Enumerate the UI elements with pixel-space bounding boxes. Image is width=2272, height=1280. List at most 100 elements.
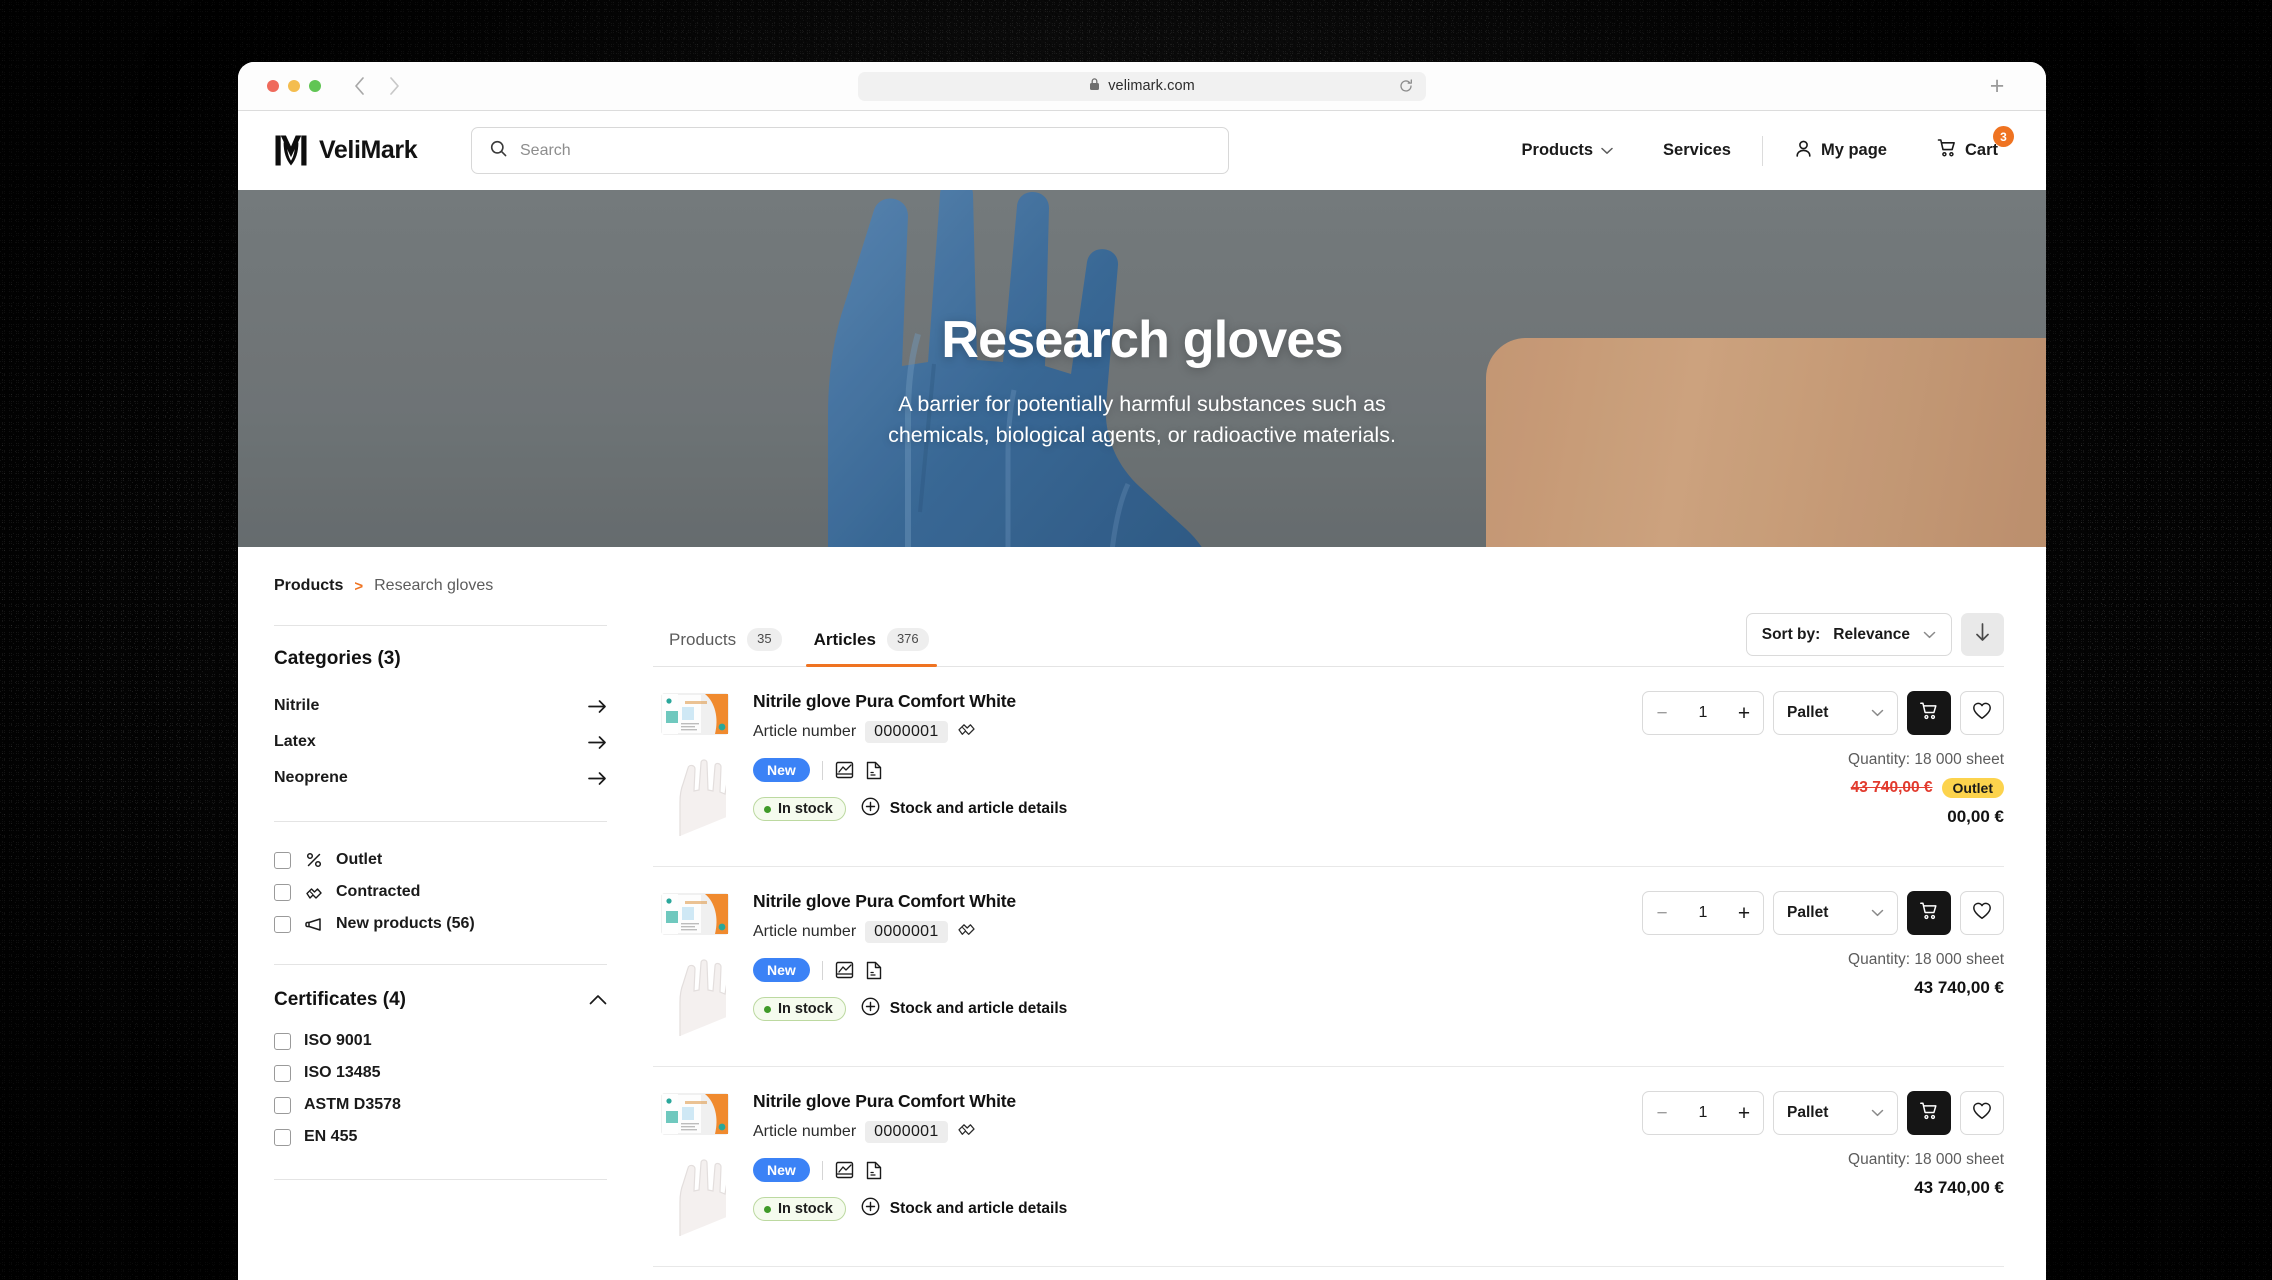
close-window-button[interactable] — [267, 80, 279, 92]
chart-icon[interactable] — [835, 761, 854, 779]
increase-quantity-button[interactable]: + — [1737, 903, 1751, 924]
stock-status-label: In stock — [778, 801, 833, 817]
sort-controls: Sort by: Relevance — [1745, 613, 2004, 666]
article-number-row: Article number 0000001 — [753, 920, 1608, 943]
certificate-iso-13485-checkbox[interactable] — [274, 1064, 291, 1082]
quantity-value[interactable]: 1 — [1699, 904, 1708, 922]
details-link-label: Stock and article details — [889, 1000, 1068, 1017]
arrow-right-icon — [588, 771, 607, 786]
sidebar-item-nitrile[interactable]: Nitrile — [274, 688, 607, 724]
address-bar[interactable]: velimark.com — [858, 71, 1426, 101]
certificate-label: ISO 13485 — [304, 1064, 381, 1081]
price-original-row: 43 740,00 € Outlet — [1622, 778, 2004, 798]
add-to-cart-button[interactable] — [1907, 691, 1951, 735]
certificate-iso-13485[interactable]: ISO 13485 — [274, 1057, 607, 1089]
nav-item-my-page[interactable]: My page — [1769, 139, 1912, 163]
sort-direction-button[interactable] — [1961, 613, 2004, 656]
breadcrumb-products-link[interactable]: Products — [274, 577, 343, 595]
article-row[interactable]: Nitrile glove Pura Comfort White Article… — [653, 667, 2004, 867]
decrease-quantity-button[interactable]: − — [1655, 704, 1669, 723]
search-placeholder: Search — [520, 141, 571, 159]
article-title[interactable]: Nitrile glove Pura Comfort White — [753, 891, 1608, 912]
arrow-right-icon — [588, 735, 607, 750]
stock-and-article-details-link[interactable]: Stock and article details — [861, 1197, 1067, 1221]
search-input[interactable]: Search — [471, 127, 1229, 174]
forward-icon[interactable] — [388, 76, 401, 96]
article-number-value: 0000001 — [865, 720, 948, 743]
certificates-heading[interactable]: Certificates (4) — [274, 989, 607, 1011]
product-glove-image — [679, 1159, 737, 1236]
categories-list: Nitrile Latex Neoprene — [274, 688, 607, 796]
tab-products[interactable]: Products 35 — [653, 618, 798, 666]
certificate-astm-d3578-checkbox[interactable] — [274, 1096, 291, 1114]
certificate-en-455-checkbox[interactable] — [274, 1128, 291, 1146]
increase-quantity-button[interactable]: + — [1737, 1103, 1751, 1124]
add-to-favorites-button[interactable] — [1960, 691, 2004, 735]
certificate-en-455[interactable]: EN 455 — [274, 1121, 607, 1153]
add-to-favorites-button[interactable] — [1960, 891, 2004, 935]
chevron-up-icon[interactable] — [589, 989, 607, 1011]
quantity-value[interactable]: 1 — [1699, 1104, 1708, 1122]
decrease-quantity-button[interactable]: − — [1655, 1104, 1669, 1123]
certificate-iso-9001-checkbox[interactable] — [274, 1032, 291, 1050]
decrease-quantity-button[interactable]: − — [1655, 904, 1669, 923]
article-title[interactable]: Nitrile glove Pura Comfort White — [753, 691, 1608, 712]
nav-services-label: Services — [1663, 141, 1731, 159]
certificate-astm-d3578[interactable]: ASTM D3578 — [274, 1089, 607, 1121]
new-tab-button[interactable]: + — [1984, 73, 2010, 99]
nav-item-products[interactable]: Products — [1497, 141, 1639, 160]
maximize-window-button[interactable] — [309, 80, 321, 92]
chevron-down-icon — [1923, 626, 1936, 644]
filter-outlet[interactable]: Outlet — [274, 844, 607, 876]
unit-select[interactable]: Pallet — [1773, 891, 1898, 935]
sort-by-select[interactable]: Sort by: Relevance — [1745, 613, 1952, 656]
stock-and-article-details-link[interactable]: Stock and article details — [861, 997, 1067, 1021]
pdf-icon[interactable] — [866, 1161, 882, 1180]
brand-logo[interactable]: VeliMark — [274, 134, 460, 167]
stock-status-dot — [764, 1205, 771, 1213]
nav-item-services[interactable]: Services — [1638, 141, 1756, 160]
badge-new: New — [753, 758, 810, 782]
quantity-value[interactable]: 1 — [1699, 704, 1708, 722]
filter-outlet-checkbox[interactable] — [274, 851, 291, 869]
tab-articles[interactable]: Articles 376 — [798, 618, 945, 667]
filter-contracted-checkbox[interactable] — [274, 883, 291, 901]
category-label: Neoprene — [274, 769, 348, 786]
stock-and-article-details-link[interactable]: Stock and article details — [861, 797, 1067, 821]
quantity-stepper[interactable]: − 1 + — [1642, 691, 1764, 735]
article-thumbnails — [661, 1089, 739, 1241]
percent-icon — [304, 852, 323, 868]
browser-navigation[interactable] — [353, 76, 401, 96]
add-to-cart-button[interactable] — [1907, 1091, 1951, 1135]
sidebar-item-neoprene[interactable]: Neoprene — [274, 760, 607, 796]
window-traffic-lights[interactable] — [267, 80, 321, 92]
reload-icon[interactable] — [1399, 79, 1413, 93]
article-title[interactable]: Nitrile glove Pura Comfort White — [753, 1091, 1608, 1112]
article-badges: New — [753, 1158, 1608, 1182]
status-badge-in-stock: In stock — [753, 1197, 846, 1221]
article-row[interactable]: Nitrile glove Pura Comfort White Article… — [653, 867, 2004, 1067]
filter-contracted[interactable]: Contracted — [274, 876, 607, 908]
sidebar-item-latex[interactable]: Latex — [274, 724, 607, 760]
unit-select[interactable]: Pallet — [1773, 1091, 1898, 1135]
price-current: 43 740,00 € — [1914, 978, 2004, 997]
pdf-icon[interactable] — [866, 961, 882, 980]
quantity-stepper[interactable]: − 1 + — [1642, 1091, 1764, 1135]
chart-icon[interactable] — [835, 1161, 854, 1179]
article-stock-row: In stock Stock and article details — [753, 1197, 1608, 1221]
quantity-stepper[interactable]: − 1 + — [1642, 891, 1764, 935]
add-to-favorites-button[interactable] — [1960, 1091, 2004, 1135]
article-row[interactable]: Nitrile glove Pura Comfort White Article… — [653, 1067, 2004, 1267]
chart-icon[interactable] — [835, 961, 854, 979]
minimize-window-button[interactable] — [288, 80, 300, 92]
unit-select[interactable]: Pallet — [1773, 691, 1898, 735]
add-to-cart-button[interactable] — [1907, 891, 1951, 935]
nav-item-cart[interactable]: Cart 3 — [1912, 126, 2014, 163]
certificate-iso-9001[interactable]: ISO 9001 — [274, 1025, 607, 1057]
increase-quantity-button[interactable]: + — [1737, 703, 1751, 724]
pdf-icon[interactable] — [866, 761, 882, 780]
filter-new-products[interactable]: New products (56) — [274, 908, 607, 940]
back-icon[interactable] — [353, 76, 366, 96]
certificate-label: ASTM D3578 — [304, 1096, 401, 1113]
filter-new-products-checkbox[interactable] — [274, 915, 291, 933]
